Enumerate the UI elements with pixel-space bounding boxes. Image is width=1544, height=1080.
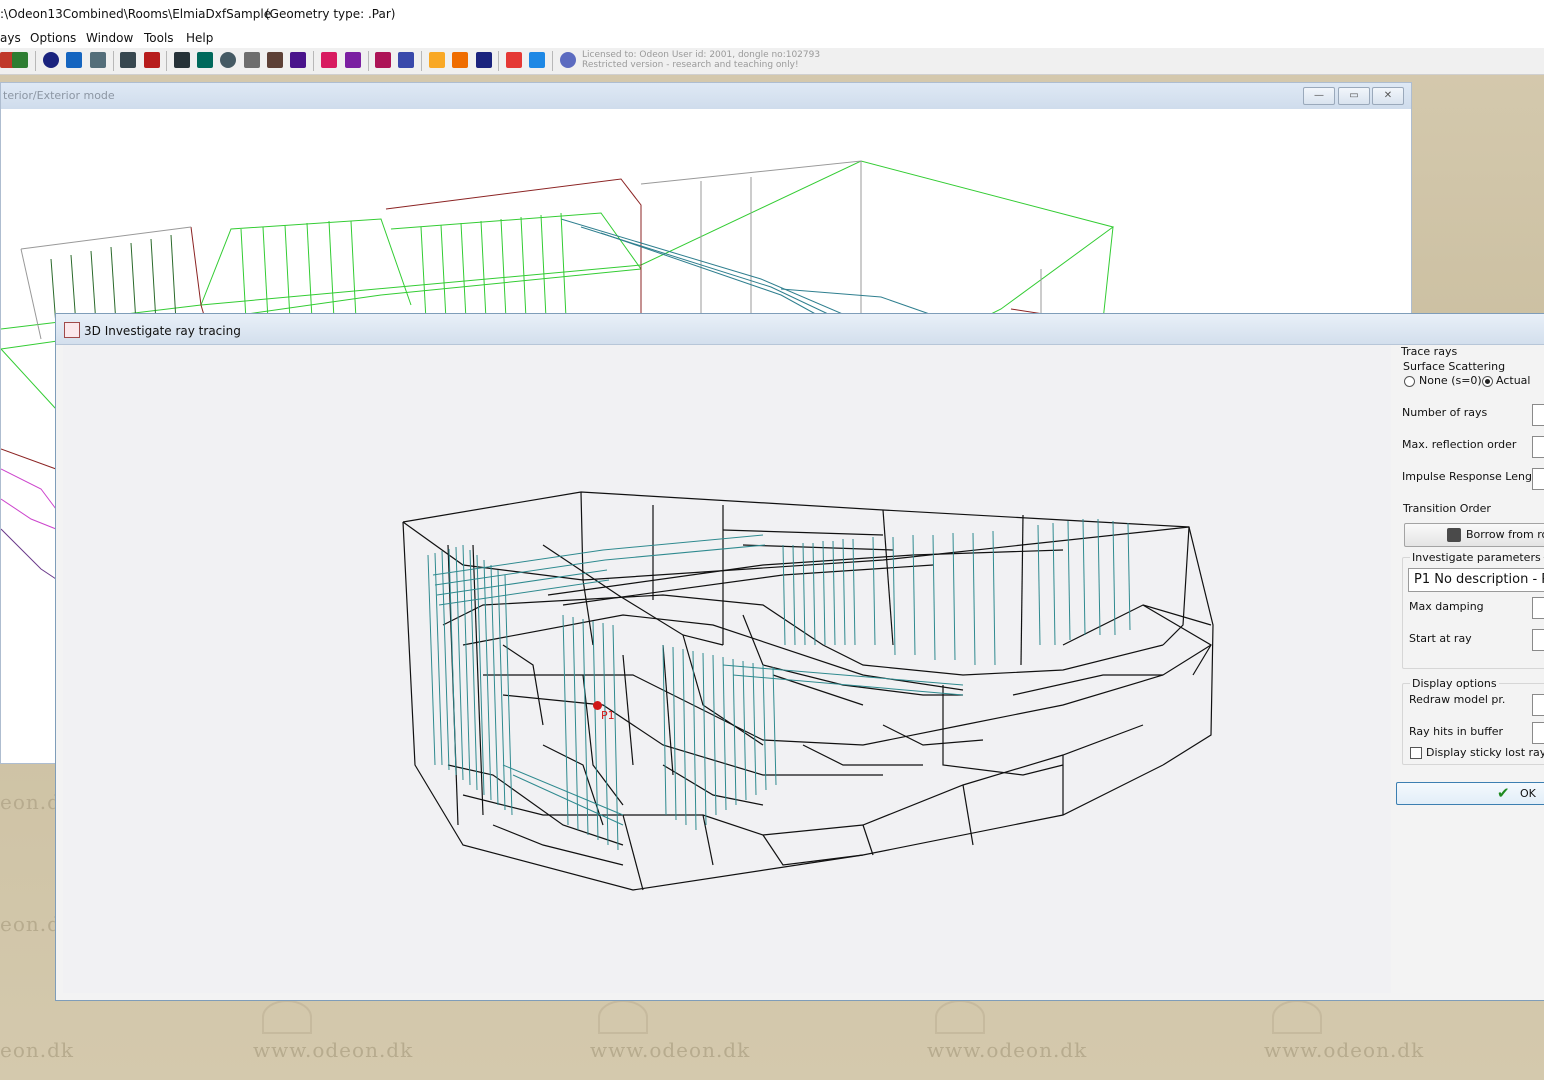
3d-view-canvas[interactable]: P1 (63, 345, 1391, 993)
maximize-button[interactable]: ▭ (1338, 87, 1370, 105)
max-damping-label: Max damping (1409, 600, 1484, 613)
display-options-label: Display options (1410, 677, 1499, 690)
clipboard-icon[interactable] (90, 52, 106, 68)
ray-tracing-control-panel: Trace rays Surface Scattering None (s=0)… (1396, 345, 1544, 1000)
menu-rays[interactable]: ays (0, 31, 21, 45)
impulse-response-length-label: Impulse Response Length (1402, 470, 1544, 483)
start-at-ray-label: Start at ray (1409, 632, 1472, 645)
materials-icon[interactable] (66, 52, 82, 68)
scattering-actual-radio[interactable] (1482, 376, 1493, 387)
license-line-1: Licensed to: Odeon User id: 2001, dongle… (582, 50, 821, 60)
ray-hits-buffer-label: Ray hits in buffer (1409, 725, 1504, 738)
minimize-button[interactable]: — (1303, 87, 1335, 105)
investigate-rays-icon[interactable] (375, 52, 391, 68)
dialog-title: 3D Investigate ray tracing (84, 324, 241, 338)
grid-map-icon[interactable] (429, 52, 445, 68)
scattering-none-label: None (s=0) (1419, 374, 1482, 387)
ray-tracing-icon (64, 322, 80, 338)
borrow-button-label: Borrow from room (1466, 528, 1544, 541)
save-icon[interactable] (476, 52, 492, 68)
source-grid-icon[interactable] (144, 52, 160, 68)
sticky-lost-rays-label: Display sticky lost rays on (1426, 746, 1544, 759)
ray-tool-icon[interactable] (174, 52, 190, 68)
info-icon[interactable] (43, 52, 59, 68)
close-button[interactable]: ✕ (1372, 87, 1404, 105)
watermark-text: www.odeon.dk (590, 1038, 751, 1062)
globe-icon[interactable] (220, 52, 236, 68)
max-reflection-order-label: Max. reflection order (1402, 438, 1517, 451)
sticky-lost-rays-checkbox[interactable] (1410, 747, 1422, 759)
column-icon[interactable] (290, 52, 306, 68)
trace-rays-label: Trace rays (1401, 345, 1458, 358)
main-title-bar: :\Odeon13Combined\Rooms\ElmiaDxfSample (… (0, 0, 1544, 28)
speaker-icon[interactable] (120, 52, 136, 68)
number-of-rays-field[interactable] (1532, 404, 1544, 426)
watermark-text-partial: eon.dk (0, 1038, 75, 1062)
geometry-type: (Geometry type: .Par) (265, 7, 396, 21)
scattering-actual-label: Actual (1496, 374, 1531, 387)
max-damping-field[interactable] (1532, 597, 1544, 619)
toolbar-separator (113, 51, 114, 71)
dialog-title-bar: 3D Investigate ray tracing (56, 314, 1544, 345)
start-at-ray-field[interactable] (1532, 629, 1544, 651)
play-icon[interactable] (529, 52, 545, 68)
redraw-model-field[interactable] (1532, 694, 1544, 716)
max-reflection-order-field[interactable] (1532, 436, 1544, 458)
investigate-parameters-label: Investigate parameters (1410, 551, 1543, 564)
toolbar-separator (166, 51, 167, 71)
angle-icon[interactable] (267, 52, 283, 68)
scatter-icon[interactable] (345, 52, 361, 68)
odeon-watermark-logo (1272, 1000, 1322, 1034)
investigate-parameters-select[interactable]: P1 No description - P (1408, 568, 1544, 592)
borrow-from-room-button[interactable]: Borrow from room (1404, 523, 1544, 547)
surface-scattering-label: Surface Scattering (1403, 360, 1506, 373)
odeon-watermark-logo (935, 1000, 985, 1034)
waveform-icon[interactable] (506, 52, 522, 68)
ok-button[interactable]: ✔ OK (1396, 782, 1544, 805)
odeon-watermark-logo (598, 1000, 648, 1034)
toolbar: Licensed to: Odeon User id: 2001, dongle… (0, 48, 1544, 75)
ok-button-label: OK (1520, 787, 1536, 800)
scattering-none-radio[interactable] (1404, 376, 1415, 387)
checkmark-icon: ✔ (1497, 784, 1510, 802)
grid-tool-icon[interactable] (197, 52, 213, 68)
view-icon[interactable] (398, 52, 414, 68)
ray-hits-buffer-field[interactable] (1532, 722, 1544, 744)
menu-help[interactable]: Help (186, 31, 213, 45)
number-of-rays-label: Number of rays (1402, 406, 1488, 419)
watermark-text: www.odeon.dk (1264, 1038, 1425, 1062)
room-wireframe-model (402, 491, 1214, 891)
impulse-response-length-field[interactable] (1532, 468, 1544, 490)
watermark-text: www.odeon.dk (927, 1038, 1088, 1062)
toolbar-separator (368, 51, 369, 71)
toolbar-separator (498, 51, 499, 71)
license-info: Licensed to: Odeon User id: 2001, dongle… (582, 50, 820, 70)
menu-window[interactable]: Window (86, 31, 133, 45)
toolbar-separator (421, 51, 422, 71)
investigate-ray-tracing-dialog: 3D Investigate ray tracing P1 Trace rays… (55, 313, 1544, 1001)
file-path: :\Odeon13Combined\Rooms\ElmiaDxfSample (0, 7, 272, 21)
grid-map-alt-icon[interactable] (452, 52, 468, 68)
gif-icon[interactable] (12, 52, 28, 68)
menu-options[interactable]: Options (30, 31, 76, 45)
menu-tools[interactable]: Tools (144, 31, 174, 45)
receiver-label: P1 (601, 709, 615, 722)
mdi-title-bar: terior/Exterior mode — ▭ ✕ (1, 83, 1411, 109)
toolbar-separator (552, 51, 553, 71)
license-key-icon (560, 52, 576, 68)
curve-icon[interactable] (244, 52, 260, 68)
toolbar-separator (313, 51, 314, 71)
mdi-window-title: terior/Exterior mode (3, 89, 115, 102)
menu-bar: ays Options Window Tools Help (0, 28, 1544, 48)
odeon-watermark-logo (262, 1000, 312, 1034)
borrow-icon (1447, 528, 1461, 542)
toolbar-separator (35, 51, 36, 71)
license-line-2: Restricted version - research and teachi… (582, 60, 799, 70)
watermark-text: www.odeon.dk (253, 1038, 414, 1062)
redraw-model-label: Redraw model pr. (1409, 693, 1506, 706)
reflection-icon[interactable] (321, 52, 337, 68)
transition-order-label: Transition Order (1403, 502, 1491, 515)
